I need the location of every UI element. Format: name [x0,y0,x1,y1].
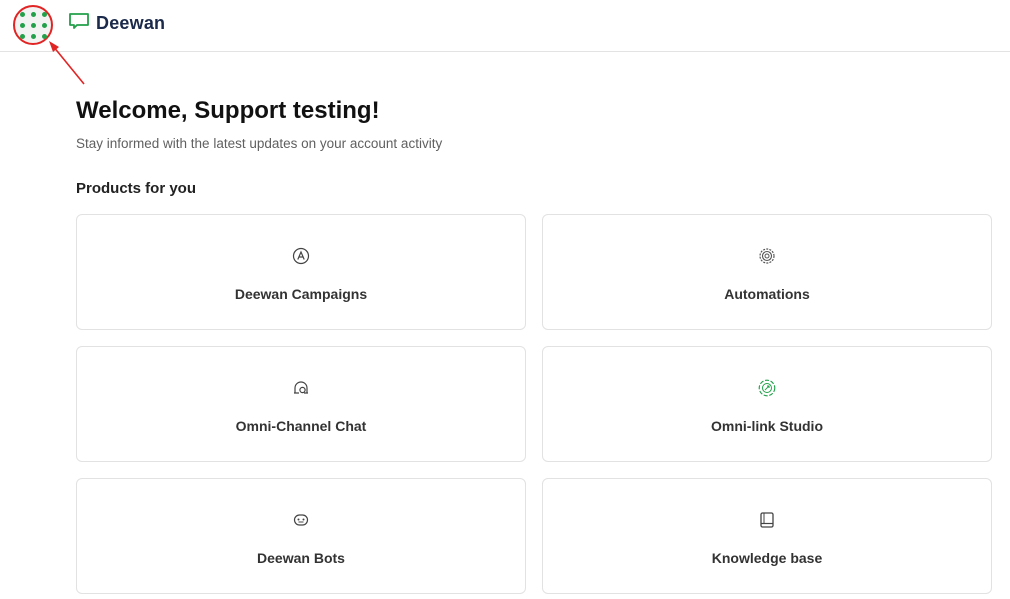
campaign-a-icon [292,247,310,265]
product-card-deewan-bots[interactable]: Deewan Bots [76,478,526,594]
product-card-automations[interactable]: Automations [542,214,992,330]
grid-dot [41,22,47,28]
products-section-title: Products for you [76,180,197,197]
product-card-knowledge-base[interactable]: Knowledge base [542,478,992,594]
product-label: Knowledge base [711,550,823,566]
book-icon [758,511,776,529]
top-bar: Deewan [0,0,1010,52]
grid-dot [30,33,36,39]
product-label: Omni-link Studio [711,418,823,434]
page-title: Welcome, Support testing! [76,97,380,124]
product-card-deewan-campaigns[interactable]: Deewan Campaigns [76,214,526,330]
product-card-omni-channel-chat[interactable]: Omni-Channel Chat [76,346,526,462]
product-card-omni-link-studio[interactable]: Omni-link Studio [542,346,992,462]
brand-logo[interactable]: Deewan [68,12,165,35]
grid-dot [41,11,47,17]
product-label: Omni-Channel Chat [235,418,367,434]
products-grid: Deewan Campaigns Automations Omni-Channe… [76,214,992,594]
link-studio-icon [758,379,776,397]
grid-dot [19,33,25,39]
bot-icon [292,511,310,529]
target-icon [758,247,776,265]
product-label: Automations [724,286,810,302]
grid-dot [30,22,36,28]
annotation-arrow [49,41,85,85]
brand-name: Deewan [96,13,166,33]
main-content: Welcome, Support testing! Stay informed … [76,96,992,594]
grid-dot [19,11,25,17]
grid-dot [30,11,36,17]
product-label: Deewan Campaigns [234,286,368,302]
page-subtitle: Stay informed with the latest updates on… [76,136,443,151]
chat-bubble-icon [68,12,90,35]
grid-dot [19,22,25,28]
product-label: Deewan Bots [257,550,345,566]
chat-icon [292,379,310,397]
